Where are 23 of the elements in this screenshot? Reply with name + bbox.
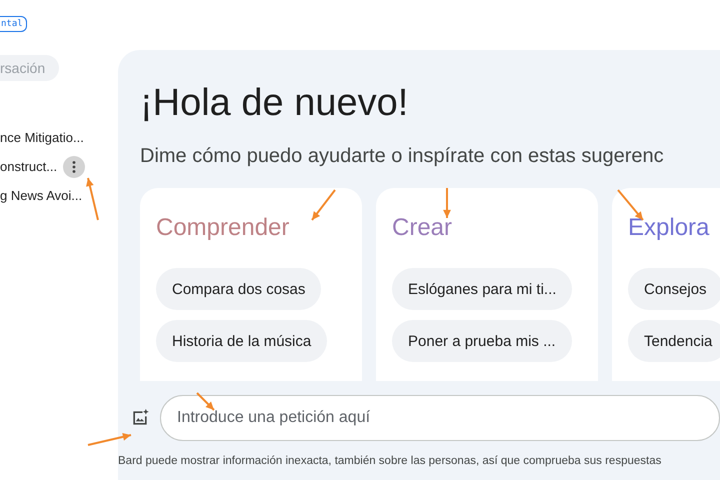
- suggestion-chip[interactable]: Poner a prueba mis ...: [392, 320, 572, 362]
- experimental-badge: ntal: [0, 16, 27, 32]
- suggestion-chip[interactable]: Tendencia: [628, 320, 720, 362]
- annotation-arrow: [88, 433, 132, 446]
- suggestion-chip[interactable]: Historia de la música: [156, 320, 328, 362]
- annotation-arrow: [86, 178, 99, 220]
- annotation-arrow: [196, 392, 215, 411]
- suggestion-chip[interactable]: Compara dos cosas: [156, 268, 322, 310]
- suggestion-chip[interactable]: Eslóganes para mi ti...: [392, 268, 572, 310]
- card-heading: Comprender: [156, 214, 290, 242]
- greeting-title: ¡Hola de nuevo!: [140, 82, 410, 125]
- chat-history-item[interactable]: nce Mitigatio...: [0, 130, 84, 145]
- more-options-icon[interactable]: [63, 156, 86, 178]
- greeting-subtitle: Dime cómo puedo ayudarte o inspírate con estas sugerenc: [140, 145, 665, 168]
- card-heading: Explora: [628, 214, 710, 242]
- disclaimer-text: Bard puede mostrar información inexacta, también sobre las personas, así que comprueba sus respuestas: [118, 455, 662, 467]
- annotation-arrow: [311, 189, 336, 221]
- chat-history-item[interactable]: g News Avoi...: [0, 188, 82, 203]
- annotation-arrow: [443, 188, 451, 218]
- chat-history-item[interactable]: onstruct...: [0, 159, 58, 174]
- prompt-input[interactable]: Introduce una petición aquí: [160, 395, 720, 441]
- card-heading: Crear: [392, 214, 452, 242]
- suggestion-chip[interactable]: Consejos: [628, 268, 720, 310]
